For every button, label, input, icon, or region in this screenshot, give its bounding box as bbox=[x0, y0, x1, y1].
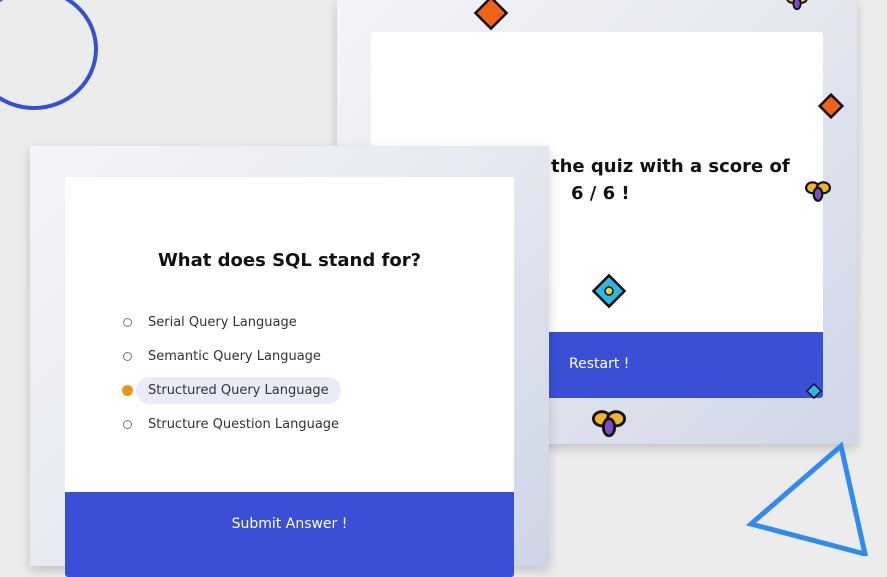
diamond-blue-icon bbox=[805, 382, 823, 400]
answer-option[interactable]: Serial Query Language bbox=[123, 305, 341, 339]
answer-label: Structured Query Language bbox=[136, 376, 341, 404]
bee-icon bbox=[786, 0, 808, 11]
submit-answer-button[interactable]: Submit Answer ! bbox=[65, 516, 514, 532]
restart-button[interactable]: Restart ! bbox=[569, 356, 629, 372]
radio-button[interactable] bbox=[123, 351, 132, 361]
diamond-icon bbox=[817, 92, 845, 120]
result-message-line1: the quiz with a score of bbox=[551, 156, 790, 177]
diamond-blue-icon bbox=[591, 273, 627, 309]
quiz-card-panel: What does SQL stand for? Serial Query La… bbox=[65, 177, 514, 577]
radio-button[interactable] bbox=[123, 317, 132, 327]
answer-option[interactable]: Structure Question Language bbox=[123, 407, 341, 441]
decorative-triangle bbox=[745, 441, 869, 556]
answer-option[interactable]: Semantic Query Language bbox=[123, 339, 341, 373]
question-text: What does SQL stand for? bbox=[157, 250, 422, 271]
decorative-circle bbox=[0, 0, 98, 110]
answer-list: Serial Query Language Semantic Query Lan… bbox=[122, 305, 341, 441]
result-score: 6 / 6 ! bbox=[571, 183, 630, 204]
radio-button-checked[interactable] bbox=[122, 384, 133, 396]
bee-icon bbox=[592, 410, 626, 438]
answer-label: Serial Query Language bbox=[148, 314, 297, 330]
submit-bar[interactable]: Submit Answer ! bbox=[65, 492, 514, 577]
bee-icon bbox=[805, 181, 831, 202]
answer-label: Semantic Query Language bbox=[148, 348, 321, 364]
diamond-icon bbox=[473, 0, 509, 31]
quiz-card: What does SQL stand for? Serial Query La… bbox=[30, 146, 549, 577]
radio-button[interactable] bbox=[123, 419, 132, 429]
answer-label: Structure Question Language bbox=[148, 416, 340, 432]
answer-option-selected[interactable]: Structured Query Language bbox=[122, 373, 341, 407]
